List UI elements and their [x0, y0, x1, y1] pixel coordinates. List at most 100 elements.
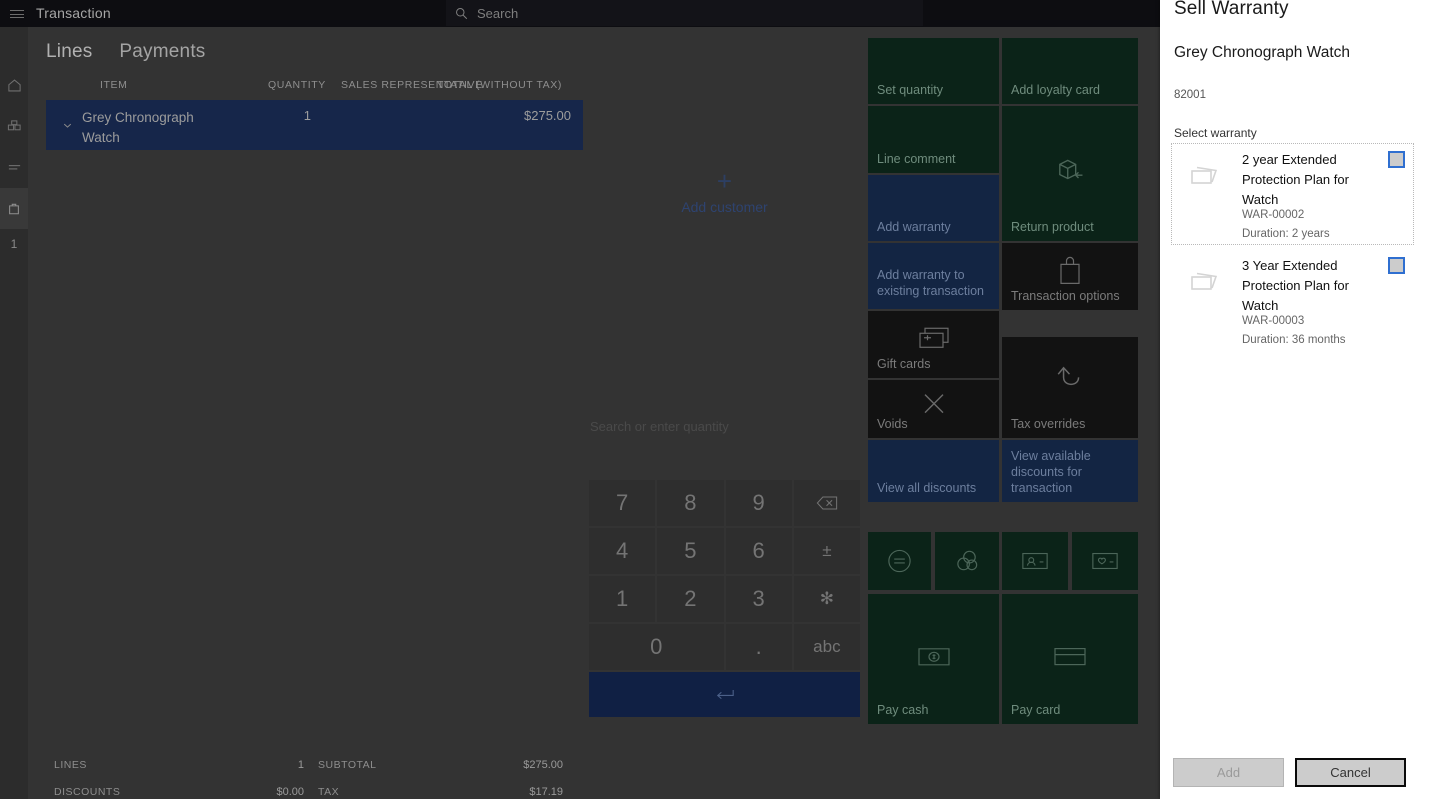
row-quantity: 1: [303, 108, 311, 123]
select-warranty-label: Select warranty: [1174, 126, 1257, 140]
total-subtotal-value: $275.00: [523, 759, 563, 771]
numeric-keypad: 7 8 9 4 5 6 ± 1 2 3 ✻ 0 . abc: [589, 480, 860, 719]
tile-set-quantity[interactable]: Set quantity: [868, 38, 999, 104]
tile-label: View all discounts: [877, 481, 977, 495]
search-icon: [455, 7, 477, 20]
key-asterisk[interactable]: ✻: [793, 576, 860, 622]
key-5[interactable]: 5: [657, 528, 724, 574]
coins-icon: [935, 548, 999, 575]
global-search[interactable]: Search: [446, 0, 923, 26]
tile-return-product[interactable]: Return product: [1002, 106, 1138, 241]
list-item[interactable]: 3 Year Extended Protection Plan for Watc…: [1172, 250, 1413, 350]
key-7[interactable]: 7: [589, 480, 656, 526]
tile-line-comment[interactable]: Line comment: [868, 106, 999, 173]
tile-label: Gift cards: [877, 357, 931, 371]
key-plus-minus[interactable]: ±: [793, 528, 860, 574]
tile-pay-cash[interactable]: Pay cash: [868, 594, 999, 724]
tile-label: Set quantity: [877, 83, 944, 97]
key-decimal[interactable]: .: [725, 624, 792, 670]
lines-grid-header: ITEM QUANTITY SALES REPRESENTATIVE TOTAL…: [46, 79, 566, 99]
tile-label: View available discounts for transaction: [1011, 449, 1091, 495]
key-8[interactable]: 8: [657, 480, 724, 526]
add-customer-button[interactable]: + Add customer: [583, 167, 866, 215]
credit-card-icon: [1002, 645, 1138, 669]
tab-payments[interactable]: Payments: [119, 41, 205, 63]
total-tax: TAX $17.19: [318, 786, 563, 799]
total-lines-label: LINES: [54, 759, 87, 771]
warranty-title: 2 year Extended Protection Plan for Watc…: [1242, 152, 1349, 207]
key-6[interactable]: 6: [725, 528, 792, 574]
tile-transaction-options[interactable]: Transaction options: [1002, 243, 1138, 310]
tile-label: Line comment: [877, 152, 956, 166]
add-button[interactable]: Add: [1173, 758, 1284, 787]
list-item[interactable]: 2 year Extended Protection Plan for Watc…: [1171, 143, 1414, 245]
tile-gift-cards[interactable]: Gift cards: [868, 311, 999, 378]
transaction-panel: Lines Payments ITEM QUANTITY SALES REPRE…: [28, 27, 583, 799]
warranty-checkbox[interactable]: [1388, 151, 1405, 168]
id-card-icon: [1002, 550, 1068, 572]
shopping-bag-icon: [1002, 255, 1138, 285]
hamburger-icon[interactable]: [3, 0, 30, 27]
tile-label: Add warranty: [877, 220, 951, 234]
rail-home-icon[interactable]: [0, 65, 28, 106]
tile-loyalty-card[interactable]: [1072, 532, 1138, 590]
tile-coins[interactable]: [935, 532, 999, 590]
tile-add-loyalty-card[interactable]: Add loyalty card: [1002, 38, 1138, 104]
row-total: $275.00: [524, 108, 571, 123]
close-x-icon: [868, 389, 999, 419]
center-panel: + Add customer Search or enter quantity …: [583, 27, 866, 799]
tile-tax-overrides[interactable]: Tax overrides: [1002, 337, 1138, 438]
dialog-actions: Add Cancel: [1173, 758, 1418, 787]
warranty-list: 2 year Extended Protection Plan for Watc…: [1171, 143, 1414, 350]
rail-products-icon[interactable]: [0, 106, 28, 147]
warranty-code: WAR-00002: [1242, 209, 1305, 221]
col-item: ITEM: [100, 79, 128, 91]
key-9[interactable]: 9: [725, 480, 792, 526]
add-customer-label: Add customer: [681, 199, 768, 215]
cancel-button[interactable]: Cancel: [1295, 758, 1406, 787]
tile-view-available-discounts[interactable]: View available discounts for transaction: [1002, 440, 1138, 502]
rail-journal-icon[interactable]: [0, 147, 28, 188]
total-lines: LINES 1: [54, 759, 304, 786]
tab-lines[interactable]: Lines: [46, 41, 92, 63]
tile-add-warranty-existing[interactable]: Add warranty to existing transaction: [868, 243, 999, 309]
tile-label: Tax overrides: [1011, 417, 1086, 431]
key-0[interactable]: 0: [589, 624, 724, 670]
rail-cart-icon[interactable]: [0, 188, 28, 229]
warranty-title: 3 Year Extended Protection Plan for Watc…: [1242, 258, 1349, 313]
tile-voids[interactable]: Voids: [868, 380, 999, 438]
backspace-icon[interactable]: [793, 480, 860, 526]
image-placeholder-icon: [1188, 268, 1224, 296]
tile-add-warranty[interactable]: Add warranty: [868, 175, 999, 241]
tile-customer-card[interactable]: [1002, 532, 1068, 590]
pos-application: Transaction Search 1 Lines Payments ITEM…: [0, 0, 1431, 799]
total-tax-label: TAX: [318, 786, 340, 798]
transaction-tabs: Lines Payments: [46, 41, 206, 63]
page-title: Transaction: [36, 5, 111, 21]
warranty-checkbox[interactable]: [1388, 257, 1405, 274]
key-4[interactable]: 4: [589, 528, 656, 574]
sell-warranty-dialog: Sell Warranty Grey Chronograph Watch 820…: [1160, 0, 1431, 799]
key-2[interactable]: 2: [657, 576, 724, 622]
warranty-duration: Duration: 36 months: [1242, 334, 1346, 346]
tile-pay-card[interactable]: Pay card: [1002, 594, 1138, 724]
dialog-title: Sell Warranty: [1174, 0, 1289, 19]
chevron-down-icon[interactable]: [56, 114, 78, 136]
total-subtotal: SUBTOTAL $275.00: [318, 759, 563, 786]
plus-icon: +: [716, 166, 733, 196]
tile-view-all-discounts[interactable]: View all discounts: [868, 440, 999, 502]
key-abc[interactable]: abc: [793, 624, 860, 670]
table-row[interactable]: Grey Chronograph Watch 1 $275.00: [46, 100, 583, 150]
enter-key-icon[interactable]: [589, 672, 860, 717]
total-tax-value: $17.19: [529, 786, 563, 798]
dialog-product-id: 82001: [1174, 89, 1206, 101]
search-quantity-input[interactable]: Search or enter quantity: [590, 419, 860, 434]
total-subtotal-label: SUBTOTAL: [318, 759, 377, 771]
key-3[interactable]: 3: [725, 576, 792, 622]
tile-price-check[interactable]: [868, 532, 931, 590]
tile-label: Add loyalty card: [1011, 83, 1100, 97]
key-1[interactable]: 1: [589, 576, 656, 622]
search-placeholder: Search: [477, 5, 519, 21]
col-total: TOTAL (WITHOUT TAX): [437, 79, 562, 91]
rail-item-count: 1: [10, 237, 18, 251]
